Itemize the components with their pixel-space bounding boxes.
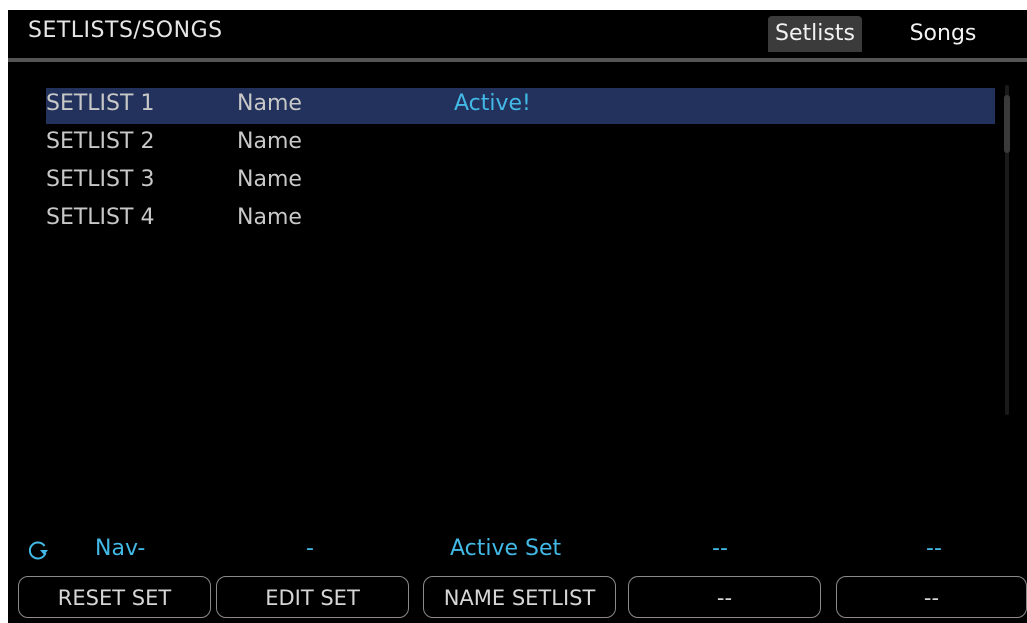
header-divider bbox=[8, 58, 1027, 62]
list-item-setlist-2[interactable]: SETLIST 2 Name bbox=[46, 126, 995, 162]
setlist-name: Name bbox=[237, 167, 302, 192]
scrollbar-thumb[interactable] bbox=[1004, 95, 1010, 153]
setlist-slot: SETLIST 4 bbox=[46, 205, 155, 230]
knob-label-2: - bbox=[306, 536, 314, 561]
tab-setlists[interactable]: Setlists bbox=[768, 16, 862, 52]
knob-label-5: -- bbox=[926, 536, 942, 561]
knob-label-4: -- bbox=[712, 536, 728, 561]
page-title: SETLISTS/SONGS bbox=[28, 18, 223, 43]
knob-label-1: Nav- bbox=[95, 536, 146, 561]
setlist-slot: SETLIST 2 bbox=[46, 129, 155, 154]
tab-songs[interactable]: Songs bbox=[893, 16, 993, 52]
list-item-setlist-4[interactable]: SETLIST 4 Name bbox=[46, 202, 995, 238]
knob-label-3: Active Set bbox=[450, 536, 562, 561]
setlist-slot: SETLIST 3 bbox=[46, 167, 155, 192]
setlist-name: Name bbox=[237, 129, 302, 154]
setlist-name: Name bbox=[237, 91, 302, 116]
setlist-name: Name bbox=[237, 205, 302, 230]
setlists-screen: SETLISTS/SONGS Setlists Songs SETLIST 1 … bbox=[8, 10, 1027, 623]
name-setlist-button[interactable]: NAME SETLIST bbox=[423, 576, 616, 618]
setlist-slot: SETLIST 1 bbox=[46, 91, 155, 116]
softkey-4-button[interactable]: -- bbox=[628, 576, 821, 618]
list-item-setlist-1[interactable]: SETLIST 1 Name Active! bbox=[46, 88, 995, 124]
reset-set-button[interactable]: RESET SET bbox=[18, 576, 211, 618]
softkey-5-button[interactable]: -- bbox=[836, 576, 1027, 618]
list-item-setlist-3[interactable]: SETLIST 3 Name bbox=[46, 164, 995, 200]
edit-set-button[interactable]: EDIT SET bbox=[216, 576, 409, 618]
header: SETLISTS/SONGS Setlists Songs bbox=[8, 10, 1027, 62]
setlist-status: Active! bbox=[454, 91, 531, 116]
refresh-icon bbox=[28, 541, 48, 560]
